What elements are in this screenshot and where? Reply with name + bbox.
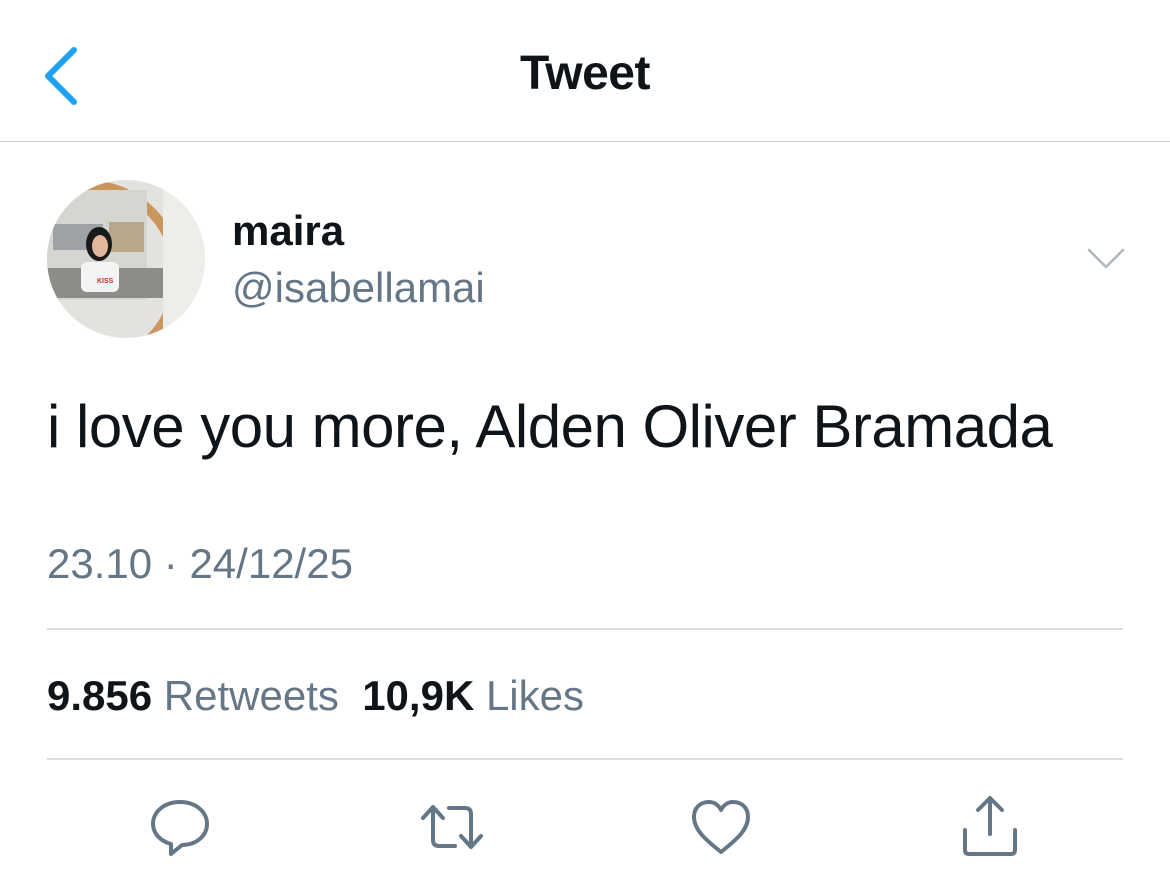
retweet-button[interactable] — [417, 792, 487, 862]
tweet-stats: 9.856 Retweets 10,9K Likes — [47, 672, 584, 720]
divider — [47, 628, 1123, 630]
like-button[interactable] — [686, 792, 756, 862]
tweet-time: 23.10 — [47, 540, 153, 587]
page-title: Tweet — [520, 47, 650, 100]
more-options-button[interactable] — [1086, 246, 1126, 272]
like-icon — [692, 800, 750, 854]
reply-icon — [151, 800, 209, 856]
retweets-label: Retweets — [163, 672, 339, 719]
share-button[interactable] — [955, 792, 1025, 862]
chevron-down-icon — [1087, 248, 1125, 269]
retweets-count: 9.856 — [47, 672, 153, 719]
tweet-timestamp: 23.10 · 24/12/25 — [47, 540, 353, 588]
svg-text:KISS: KISS — [97, 278, 114, 285]
likes-label: Likes — [485, 672, 585, 719]
timestamp-separator: · — [163, 540, 178, 587]
avatar-photo: KISS — [47, 180, 205, 338]
reply-button[interactable] — [145, 792, 215, 862]
avatar[interactable]: KISS — [47, 180, 205, 338]
tweet-text: i love you more, Alden Oliver Bramada — [47, 393, 1053, 460]
author-handle[interactable]: @isabellamai — [232, 264, 485, 312]
retweet-icon — [421, 805, 483, 849]
tweet-date: 24/12/25 — [189, 540, 353, 587]
share-icon — [963, 796, 1017, 856]
likes-count: 10,9K — [362, 672, 475, 719]
likes-stat[interactable]: 10,9K Likes — [362, 672, 584, 719]
author-name[interactable]: maira — [232, 207, 344, 255]
retweets-stat[interactable]: 9.856 Retweets — [47, 672, 339, 719]
divider — [47, 758, 1123, 760]
top-bar: Tweet — [0, 0, 1170, 142]
